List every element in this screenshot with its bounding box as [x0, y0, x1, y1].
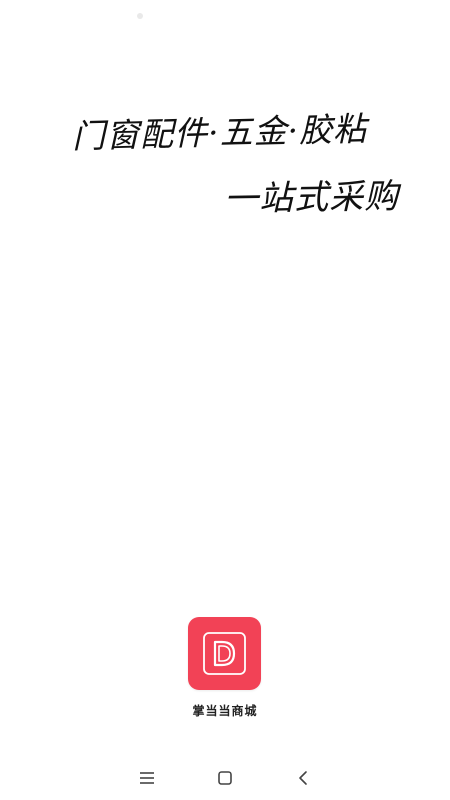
back-chevron-icon[interactable] [291, 766, 315, 790]
home-square-icon[interactable] [213, 766, 237, 790]
slogan-line-1: 门窗配件·五金·胶粘 [71, 109, 368, 156]
slogan-line-2: 一站式采购 [223, 176, 400, 220]
front-camera-dot [137, 13, 143, 19]
d-logo-icon [203, 632, 246, 675]
splash-screen: 门窗配件·五金·胶粘 一站式采购 掌当当商城 [0, 0, 450, 800]
app-logo-icon [188, 617, 261, 690]
app-name-label: 掌当当商城 [192, 704, 258, 718]
menu-icon[interactable] [135, 766, 159, 790]
system-navigation-bar [0, 756, 450, 800]
